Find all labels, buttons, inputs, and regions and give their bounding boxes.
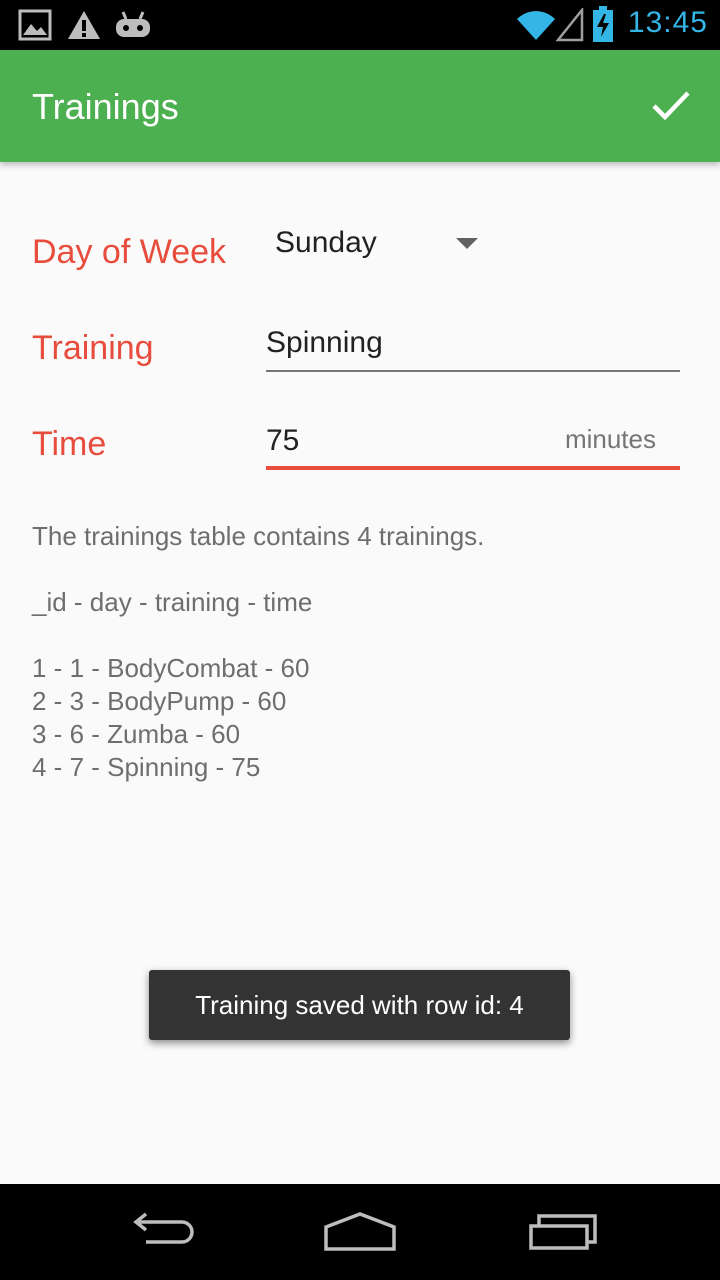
toast-message: Training saved with row id: 4 (195, 989, 524, 1020)
time-input[interactable]: 75 minutes (266, 418, 680, 470)
clock: 13:45 (627, 6, 708, 39)
table-row: 2 - 3 - BodyPump - 60 (32, 686, 287, 716)
wifi-icon (516, 8, 556, 47)
time-unit-hint: minutes (564, 424, 656, 454)
screen: 13:45 Trainings Day of Week Sunday Train… (0, 0, 720, 1280)
table-header: _id - day - training - time (32, 587, 313, 617)
recents-icon (529, 1214, 597, 1250)
table-rows: 1 - 1 - BodyCombat - 60 2 - 3 - BodyPump… (32, 652, 309, 784)
training-input[interactable]: Spinning (266, 320, 680, 372)
training-label: Training (32, 329, 154, 367)
status-bar: 13:45 (0, 0, 720, 50)
android-icon (114, 9, 152, 46)
back-icon (133, 1212, 194, 1244)
image-icon (18, 9, 52, 46)
dropdown-arrow-icon (456, 238, 478, 249)
back-button[interactable] (115, 1208, 205, 1256)
day-of-week-label: Day of Week (32, 233, 227, 271)
battery-charging-icon (592, 6, 614, 47)
warning-icon (66, 9, 102, 46)
app-bar: Trainings (0, 50, 720, 162)
time-input-underline (266, 466, 680, 470)
day-of-week-value: Sunday (275, 226, 377, 259)
time-label: Time (32, 425, 107, 463)
signal-icon (555, 6, 584, 47)
navigation-bar (0, 1184, 720, 1280)
table-row: 4 - 7 - Spinning - 75 (32, 752, 261, 782)
table-row: 1 - 1 - BodyCombat - 60 (32, 653, 310, 683)
training-input-value: Spinning (266, 326, 383, 359)
table-row: 3 - 6 - Zumba - 60 (32, 719, 241, 749)
recents-button[interactable] (518, 1208, 608, 1256)
training-input-underline (266, 370, 680, 372)
app-title: Trainings (32, 86, 179, 127)
day-of-week-spinner[interactable]: Sunday (266, 222, 496, 272)
table-summary: The trainings table contains 4 trainings… (32, 521, 485, 551)
home-button[interactable] (315, 1208, 405, 1256)
toast: Training saved with row id: 4 (149, 970, 570, 1040)
time-input-value: 75 (266, 424, 300, 457)
home-icon (324, 1212, 396, 1251)
save-button[interactable] (646, 80, 696, 130)
checkmark-icon (652, 91, 690, 121)
